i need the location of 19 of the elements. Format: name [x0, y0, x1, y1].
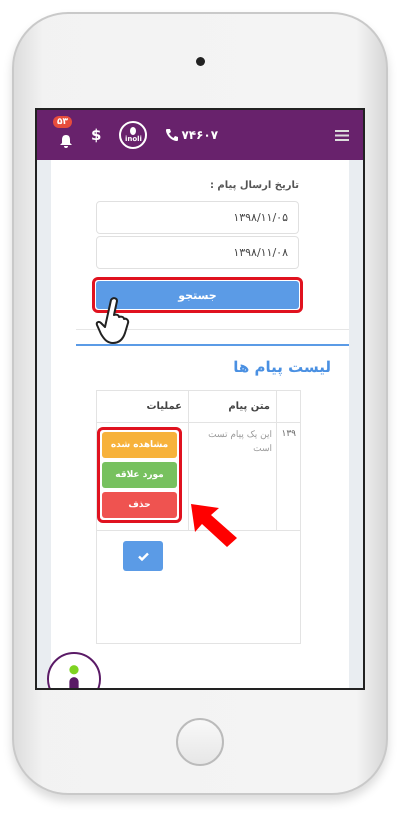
column-header: عملیات — [97, 391, 188, 423]
date-label: تاریخ ارسال پیام : — [208, 180, 299, 191]
section-title: لیست پیام ها — [232, 358, 331, 376]
date-to-field[interactable]: ۱۳۹۸/۱۱/۰۸ — [96, 236, 299, 269]
currency-button[interactable]: $ — [91, 126, 102, 144]
bell-icon[interactable] — [58, 134, 74, 148]
check-icon — [138, 552, 148, 560]
message-text: این یک پیام تست است — [207, 429, 272, 456]
table-cell: ۱۳۹ — [281, 429, 296, 439]
pointer-arrow-icon — [189, 502, 239, 548]
column-header: متن پیام — [188, 391, 276, 423]
camera-icon — [196, 56, 204, 66]
notification-badge: ۵۳ — [53, 116, 72, 128]
logo-mark-icon — [130, 127, 136, 135]
date-from-field[interactable]: ۱۳۹۸/۱۱/۰۵ — [96, 201, 299, 234]
confirm-button[interactable] — [123, 541, 163, 571]
phone-number: ۷۴۶۰۷ — [181, 128, 218, 142]
phone-icon — [165, 128, 180, 142]
menu-icon[interactable] — [335, 130, 349, 140]
